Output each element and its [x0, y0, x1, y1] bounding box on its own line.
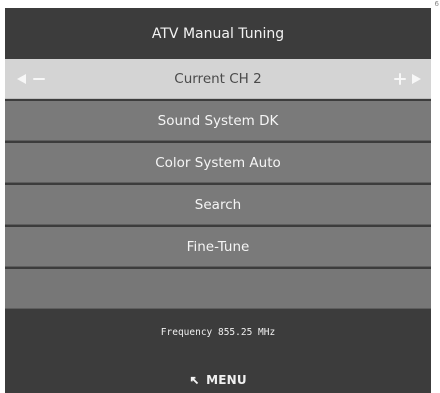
color-system-item[interactable]: Color System Auto: [5, 143, 431, 183]
frequency-readout: Frequency 855.25 MHz: [160, 327, 276, 338]
atv-manual-tuning-panel: ATV Manual Tuning Current CH 2 Sound Sys…: [5, 8, 431, 393]
menu-footer: Frequency 855.25 MHz MENU: [5, 313, 431, 393]
menu-button[interactable]: MENU: [5, 373, 431, 387]
right-arrow-icon[interactable]: [412, 73, 421, 84]
sound-system-item[interactable]: Sound System DK: [5, 101, 431, 141]
current-channel-label: Current CH 2: [174, 70, 262, 87]
search-label: Search: [194, 196, 242, 213]
search-item[interactable]: Search: [5, 185, 431, 225]
menu-list: Current CH 2 Sound System DK Color Syste…: [5, 59, 431, 311]
menu-button-label: MENU: [206, 373, 247, 387]
page-title: ATV Manual Tuning: [151, 25, 285, 42]
channel-decrease-controls[interactable]: [17, 59, 45, 98]
empty-menu-row: [5, 269, 431, 309]
current-channel-item[interactable]: Current CH 2: [5, 59, 431, 99]
plus-icon[interactable]: [394, 72, 406, 85]
channel-increase-controls[interactable]: [394, 59, 421, 98]
left-arrow-icon[interactable]: [17, 73, 26, 84]
color-system-label: Color System Auto: [155, 154, 281, 171]
fine-tune-label: Fine-Tune: [186, 238, 250, 255]
return-arrow-icon: [190, 376, 199, 384]
sound-system-label: Sound System DK: [157, 112, 279, 129]
minus-icon[interactable]: [33, 77, 45, 80]
fine-tune-item[interactable]: Fine-Tune: [5, 227, 431, 267]
page-corner-mark: 6: [434, 0, 439, 8]
menu-header: ATV Manual Tuning: [5, 8, 431, 59]
